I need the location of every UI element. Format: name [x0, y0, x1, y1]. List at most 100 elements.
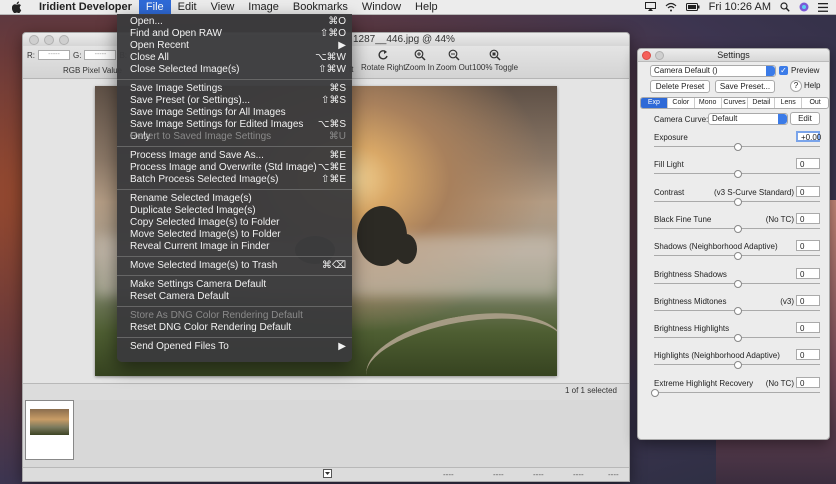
- bottom-field: ----: [533, 470, 544, 479]
- wifi-icon[interactable]: [665, 2, 677, 12]
- edit-curve-button[interactable]: Edit: [790, 112, 820, 125]
- battery-icon[interactable]: [685, 3, 700, 11]
- adjustment-slider-knob[interactable]: [734, 197, 742, 206]
- file-menu-item[interactable]: Reveal Current Image in Finder: [117, 241, 352, 253]
- adjustment-value-field[interactable]: 0: [796, 267, 820, 279]
- adjustment-slider-knob[interactable]: [734, 170, 742, 179]
- menu-bookmarks[interactable]: Bookmarks: [286, 0, 355, 14]
- menu-item-label: Move Selected Image(s) to Folder: [130, 229, 281, 240]
- tab-color[interactable]: Color: [668, 98, 695, 108]
- tab-curves[interactable]: Curves: [722, 98, 749, 108]
- adjustment-slider-knob[interactable]: [734, 252, 742, 261]
- file-menu-item[interactable]: Duplicate Selected Image(s): [117, 205, 352, 217]
- save-preset-button[interactable]: Save Preset...: [715, 80, 775, 93]
- file-menu-item[interactable]: Move Selected Image(s) to Folder: [117, 229, 352, 241]
- settings-title: Settings: [717, 50, 750, 60]
- file-menu-item[interactable]: Save Image Settings ⌘S: [117, 83, 352, 95]
- adjustment-mode-select[interactable]: (v3): [780, 297, 794, 306]
- file-menu-item[interactable]: Save Image Settings for All Images: [117, 107, 352, 119]
- adjustment-slider-knob[interactable]: [734, 279, 742, 288]
- file-menu-item[interactable]: Find and Open RAW ⇧⌘O: [117, 28, 352, 40]
- adjustment-slider-knob[interactable]: [734, 306, 742, 315]
- menubar-clock[interactable]: Fri 10:26 AM: [709, 1, 771, 13]
- close-window-button[interactable]: [29, 35, 39, 45]
- file-menu-item[interactable]: Process Image and Overwrite (Std Image) ⌥…: [117, 162, 352, 174]
- help-icon[interactable]: ?: [790, 80, 802, 92]
- file-menu-item[interactable]: Save Image Settings for Edited Images On…: [117, 119, 352, 142]
- airplay-icon[interactable]: [644, 2, 656, 12]
- tab-detail[interactable]: Detail: [748, 98, 776, 108]
- adjustment-slider-knob[interactable]: [734, 361, 742, 370]
- app-menu[interactable]: Iridient Developer: [32, 0, 139, 14]
- filmstrip-toggle-icon[interactable]: [323, 469, 332, 481]
- menu-item-label: Reset Camera Default: [130, 291, 229, 302]
- menu-separator: [117, 337, 352, 338]
- spotlight-search-icon[interactable]: [780, 2, 790, 12]
- adjustment-value-field[interactable]: 0: [796, 322, 820, 334]
- file-menu-item[interactable]: Reset Camera Default: [117, 291, 352, 303]
- adjustment-label: Highlights (Neighborhood Adaptive): [654, 351, 780, 361]
- file-menu-item[interactable]: Make Settings Camera Default: [117, 279, 352, 291]
- adjustment-value-field[interactable]: 0: [796, 349, 820, 361]
- adjustment-value-field[interactable]: 0: [796, 376, 820, 388]
- file-menu-item[interactable]: Open... ⌘O: [117, 16, 352, 28]
- adjustment-slider-knob[interactable]: [734, 224, 742, 233]
- g-value: -----: [84, 50, 117, 60]
- zoom-100-toggle-button[interactable]: 100% Toggle: [472, 49, 518, 72]
- menu-image[interactable]: Image: [241, 0, 286, 14]
- adjustment-mode-select[interactable]: (No TC): [766, 215, 794, 224]
- tab-mono[interactable]: Mono: [695, 98, 722, 108]
- file-menu-item[interactable]: Send Opened Files To ▶: [117, 341, 352, 353]
- tab-exp[interactable]: Exp: [641, 98, 668, 108]
- file-menu-item[interactable]: Copy Selected Image(s) to Folder: [117, 217, 352, 229]
- delete-preset-button[interactable]: Delete Preset: [650, 80, 710, 93]
- menu-window[interactable]: Window: [355, 0, 408, 14]
- zoom-window-button[interactable]: [59, 35, 69, 45]
- adjustment-slider-knob[interactable]: [734, 334, 742, 343]
- adjustment-value-field[interactable]: 0: [796, 294, 820, 306]
- menu-separator: [117, 146, 352, 147]
- preview-checkbox[interactable]: ✓: [779, 66, 788, 75]
- adjustment-value-field[interactable]: 0: [796, 185, 820, 197]
- adjustment-slider-knob[interactable]: [734, 143, 742, 151]
- zoom-in-button[interactable]: Zoom In: [405, 49, 434, 72]
- adjustment-mode-select[interactable]: (v3 S-Curve Standard): [714, 188, 794, 197]
- adjustment-value-field[interactable]: 0: [796, 158, 820, 170]
- siri-icon[interactable]: [799, 2, 809, 12]
- minimize-window-button[interactable]: [44, 35, 54, 45]
- file-menu-item[interactable]: Rename Selected Image(s): [117, 193, 352, 205]
- menu-help[interactable]: Help: [408, 0, 445, 14]
- file-menu-item[interactable]: Reset DNG Color Rendering Default: [117, 322, 352, 334]
- file-menu-item[interactable]: Move Selected Image(s) to Trash ⌘⌫: [117, 260, 352, 272]
- adjustment-value-field[interactable]: +0.00: [796, 131, 821, 142]
- adjustment-slider-track[interactable]: [654, 391, 820, 393]
- adjustment-label: Brightness Midtones: [654, 296, 727, 306]
- zoom-out-icon: [448, 49, 460, 61]
- notification-center-icon[interactable]: [818, 2, 828, 12]
- menu-view[interactable]: View: [204, 0, 242, 14]
- preset-select[interactable]: Camera Default (): [650, 65, 776, 77]
- apple-icon[interactable]: [10, 1, 24, 13]
- rotate-right-button[interactable]: Rotate Right: [361, 49, 405, 72]
- adjustment-mode-select[interactable]: (No TC): [766, 379, 794, 388]
- adjustment-value-field[interactable]: 0: [796, 240, 820, 252]
- adjustment-slider-knob[interactable]: [651, 388, 659, 397]
- adjustment-value-field[interactable]: 0: [796, 212, 820, 224]
- camera-curve-select[interactable]: Default: [708, 113, 788, 125]
- tab-out[interactable]: Out: [802, 98, 828, 108]
- close-settings-button[interactable]: [642, 51, 651, 60]
- bottom-field: ----: [443, 470, 454, 479]
- minimize-settings-button[interactable]: [655, 51, 664, 60]
- file-menu-item[interactable]: Close All ⌥⌘W: [117, 52, 352, 64]
- file-menu-item[interactable]: Close Selected Image(s) ⇧⌘W: [117, 64, 352, 76]
- menu-file[interactable]: File: [138, 0, 171, 14]
- file-menu-item[interactable]: Save Preset (or Settings)... ⇧⌘S: [117, 95, 352, 107]
- menu-separator: [117, 189, 352, 190]
- file-menu-item[interactable]: Open Recent ▶: [117, 40, 352, 52]
- image-thumbnail[interactable]: [25, 400, 74, 460]
- tab-lens[interactable]: Lens: [775, 98, 803, 108]
- zoom-out-button[interactable]: Zoom Out: [436, 49, 472, 72]
- file-menu-item[interactable]: Process Image and Save As... ⌘E: [117, 150, 352, 162]
- menu-edit[interactable]: Edit: [171, 0, 204, 14]
- file-menu-item[interactable]: Batch Process Selected Image(s) ⇧⌘E: [117, 174, 352, 186]
